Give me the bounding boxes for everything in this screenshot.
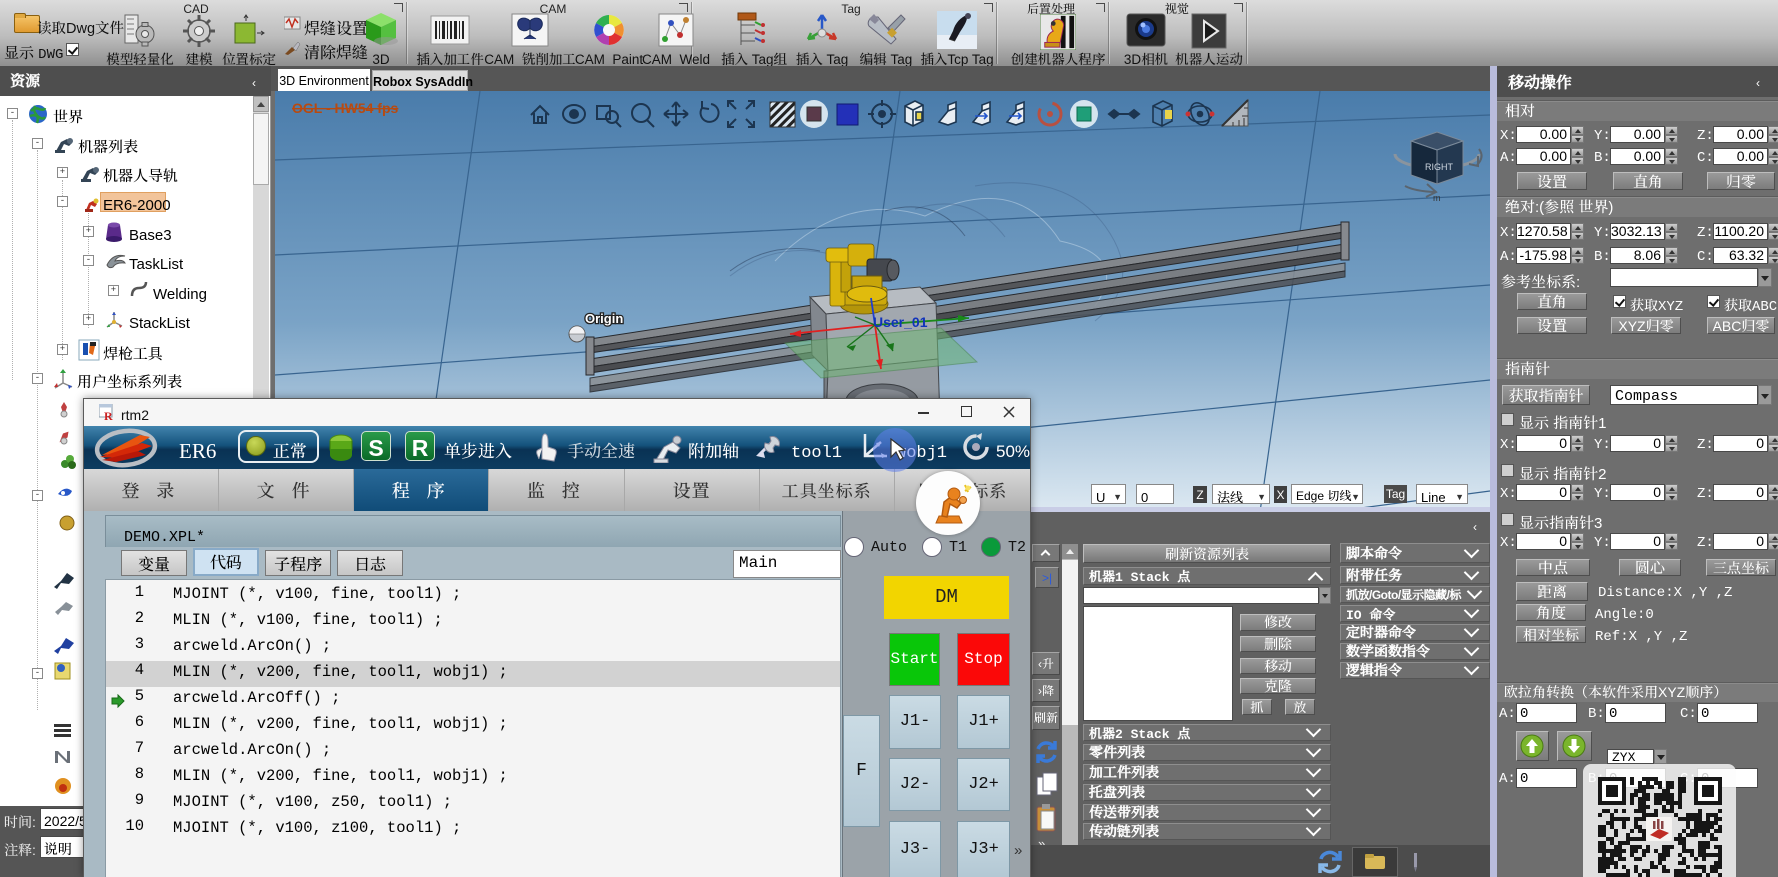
svg-text:RIGHT: RIGHT bbox=[1425, 162, 1454, 172]
svg-text:m: m bbox=[1433, 193, 1441, 203]
svg-text:OGL - HW54 fps: OGL - HW54 fps bbox=[292, 100, 399, 116]
svg-text:Origin: Origin bbox=[585, 311, 623, 326]
svg-text:User_01: User_01 bbox=[873, 314, 928, 330]
svg-text:R: R bbox=[104, 409, 113, 421]
